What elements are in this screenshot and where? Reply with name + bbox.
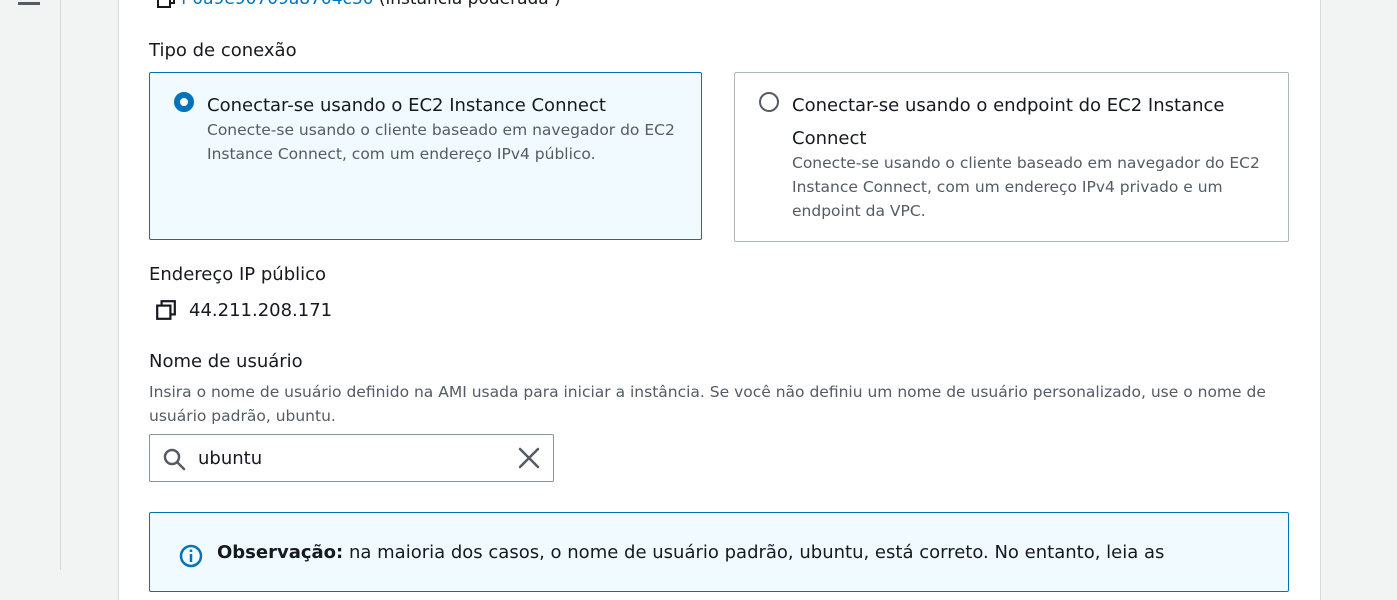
connection-type-label: Tipo de conexão (149, 40, 297, 61)
tile-ec2-instance-connect-endpoint[interactable]: Conectar-se usando o endpoint do EC2 Ins… (734, 72, 1289, 242)
tile-ec2-instance-connect[interactable]: Conectar-se usando o EC2 Instance Connec… (149, 72, 702, 240)
info-text: Observação: na maioria dos casos, o nome… (217, 542, 1164, 563)
public-ip-value: 44.211.208.171 (189, 299, 333, 321)
info-body: na maioria dos casos, o nome de usuário … (343, 542, 1165, 563)
copy-icon[interactable] (156, 0, 176, 9)
public-ip-row: 44.211.208.171 (155, 299, 332, 321)
radio-icon[interactable] (174, 92, 194, 112)
username-input[interactable] (198, 443, 498, 473)
side-navigation (0, 0, 61, 570)
username-field[interactable] (149, 434, 554, 482)
copy-icon[interactable] (155, 299, 177, 321)
menu-icon[interactable] (18, 0, 40, 8)
tile-description: Conecte-se usando o cliente baseado em n… (207, 121, 675, 163)
radio-icon[interactable] (759, 92, 779, 112)
instance-id-link[interactable]: i-0a9e90709a8704c30 (181, 0, 373, 9)
tile-title: Conectar-se usando o endpoint do EC2 Ins… (792, 95, 1225, 149)
info-alert: Observação: na maioria dos casos, o nome… (149, 512, 1289, 592)
info-bold: Observação: (217, 542, 344, 563)
username-hint: Insira o nome de usuário definido na AMI… (149, 383, 1266, 425)
close-icon[interactable] (517, 446, 541, 470)
public-ip-label: Endereço IP público (149, 264, 327, 285)
instance-name: (instância poderada ) (374, 0, 561, 9)
tile-description: Conecte-se usando o cliente baseado em n… (792, 154, 1260, 220)
username-label: Nome de usuário (149, 351, 303, 372)
info-icon (179, 544, 203, 568)
instance-line: i-0a9e90709a8704c30 (instância poderada … (156, 0, 561, 9)
search-icon (163, 448, 186, 471)
